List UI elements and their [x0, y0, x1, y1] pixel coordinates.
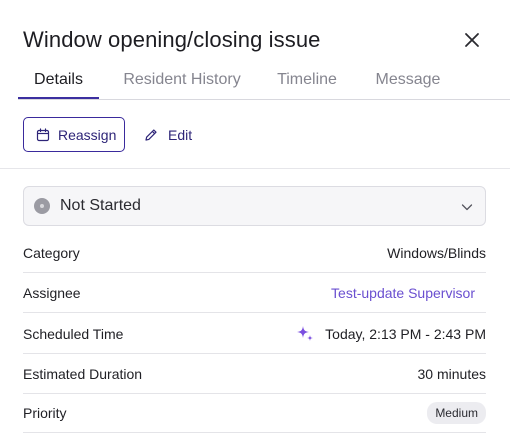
detail-row-scheduled-time: Scheduled Time Today, 2:13 PM - 2:43 PM: [23, 314, 486, 354]
detail-row-assignee: Assignee Test-update Supervisor: [23, 273, 486, 313]
active-tab-indicator: [18, 97, 99, 99]
reassign-label: Reassign: [58, 126, 117, 143]
category-value: Windows/Blinds: [387, 244, 486, 261]
scheduled-time-value-wrap: Today, 2:13 PM - 2:43 PM: [295, 324, 486, 344]
category-label: Category: [23, 244, 80, 261]
priority-label: Priority: [23, 404, 67, 421]
modal-header: Window opening/closing issue: [23, 26, 486, 56]
detail-row-category: Category Windows/Blinds: [23, 233, 486, 273]
pencil-icon: [145, 128, 157, 141]
edit-button[interactable]: Edit: [144, 117, 192, 152]
scheduled-time-value: Today, 2:13 PM - 2:43 PM: [325, 325, 486, 342]
tab-timeline[interactable]: Timeline: [276, 64, 338, 100]
estimated-duration-label: Estimated Duration: [23, 365, 143, 382]
detail-row-priority: Priority Medium: [23, 393, 486, 433]
reassign-button[interactable]: Reassign: [23, 117, 125, 152]
assignee-link[interactable]: Test-update Supervisor: [331, 285, 475, 301]
tab-details[interactable]: Details: [18, 64, 99, 100]
assignee-label: Assignee: [23, 284, 81, 301]
tab-resident-history[interactable]: Resident History: [122, 64, 242, 100]
detail-row-estimated-duration: Estimated Duration 30 minutes: [23, 354, 486, 394]
scheduled-time-label: Scheduled Time: [23, 325, 124, 342]
estimated-duration-value: 30 minutes: [417, 365, 486, 382]
page-title: Window opening/closing issue: [23, 27, 321, 52]
edit-label: Edit: [168, 126, 193, 143]
status-dot-icon: [34, 198, 50, 214]
tab-message[interactable]: Message: [374, 64, 442, 100]
status-dropdown[interactable]: Not Started: [23, 186, 486, 226]
chevron-down-icon: [461, 204, 473, 211]
priority-badge: Medium: [427, 401, 486, 424]
tab-bar: Details Resident History Timeline Messag…: [18, 64, 510, 100]
close-icon[interactable]: [464, 32, 480, 48]
status-selected-value: Not Started: [60, 197, 141, 214]
calendar-icon: [36, 127, 50, 141]
sparkle-icon: [297, 325, 314, 341]
section-divider: [0, 168, 510, 169]
